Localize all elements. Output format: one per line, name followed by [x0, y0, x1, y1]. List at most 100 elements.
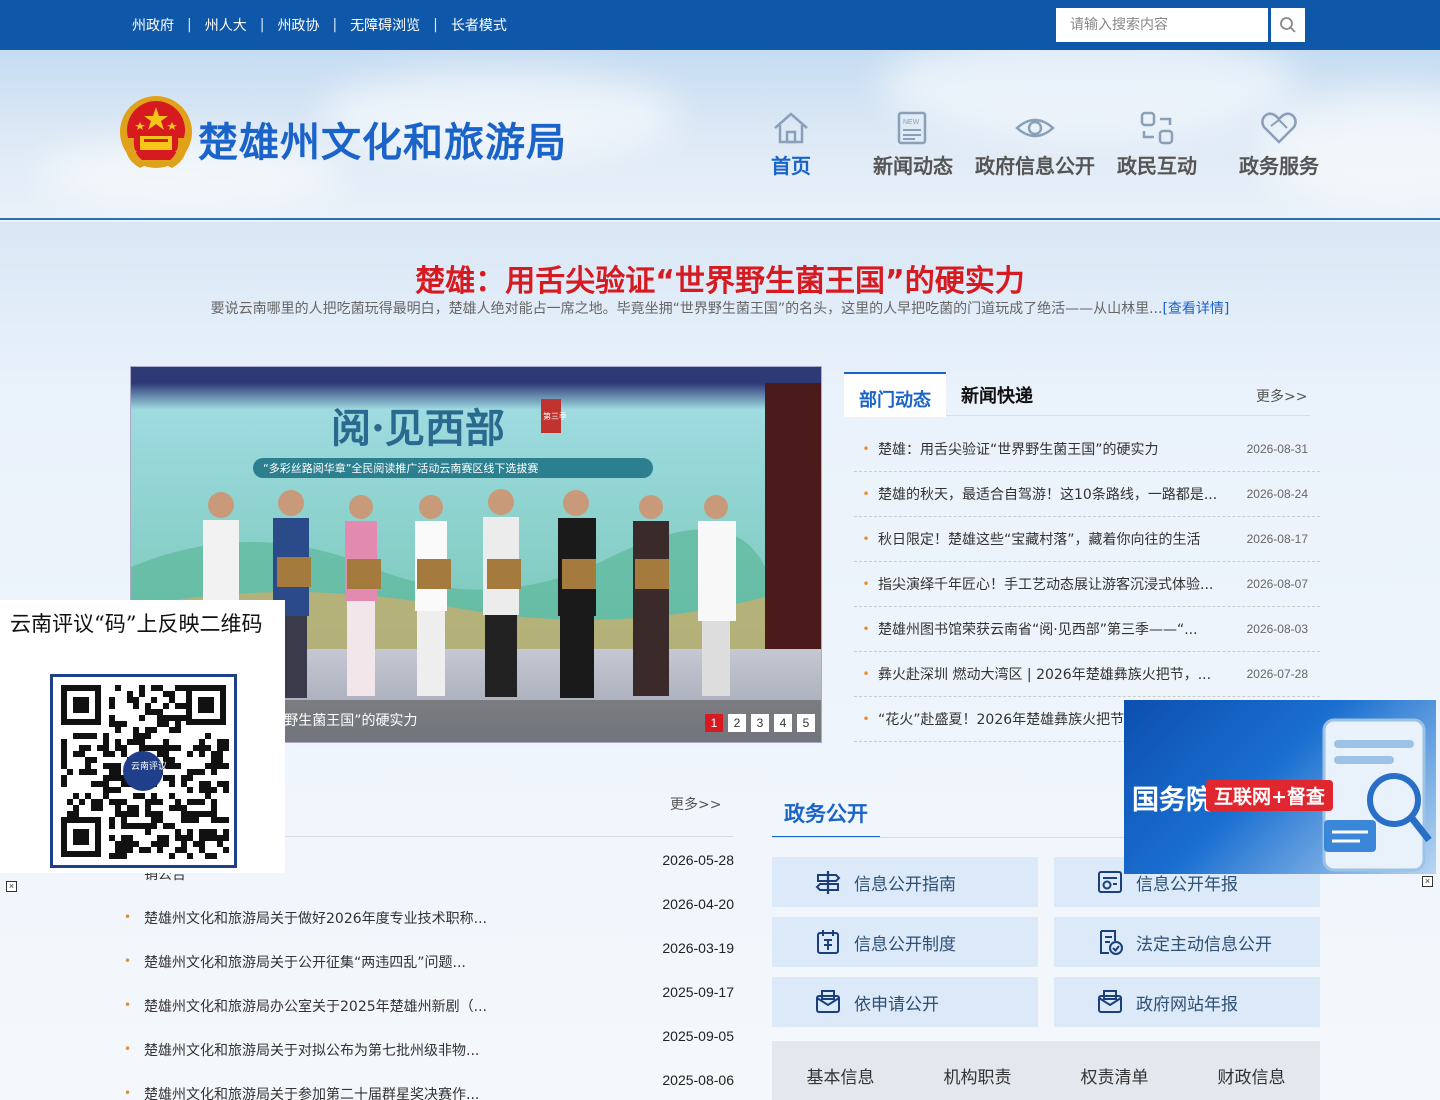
site-title: 楚雄州文化和旅游局 — [198, 119, 567, 166]
bullet-icon: • — [862, 667, 870, 681]
eye-icon — [1015, 118, 1055, 138]
bullet-icon: • — [124, 910, 132, 924]
list-item[interactable]: • 楚雄州图书馆荣获云南省“阅·见西部”第三季——“... 2026-08-03 — [854, 607, 1320, 652]
signpost-icon — [815, 871, 841, 894]
slide-dot[interactable]: 5 — [797, 714, 815, 732]
slide-dot[interactable]: 1 — [705, 714, 723, 732]
search-icon — [1280, 17, 1296, 33]
news-date: 2026-08-17 — [1246, 532, 1308, 546]
bullet-icon: • — [124, 954, 132, 968]
view-detail-link[interactable]: [查看详情] — [1162, 301, 1229, 317]
nav-item-interaction[interactable]: 政民互动 — [1096, 108, 1218, 179]
separator: | — [187, 17, 192, 33]
news-title: 指尖演绎千年匠心！手工艺动态展让游客沉浸式体验... — [878, 577, 1214, 593]
announcement-title: 楚雄州文化和旅游局关于参加第二十届群星奖决赛作... — [144, 1087, 480, 1100]
document-check-icon — [1100, 930, 1123, 955]
bullet-icon: • — [124, 1042, 132, 1056]
list-item[interactable]: • 楚雄州文化和旅游局关于公开征集“两违四乱”问题... 2026-03-19 — [124, 938, 734, 982]
tab-power-list[interactable]: 权责清单 — [1046, 1041, 1183, 1100]
list-item[interactable]: • 楚雄州文化和旅游局关于参加第二十届群星奖决赛作... 2025-08-06 — [124, 1070, 734, 1100]
separator: | — [259, 17, 265, 33]
link-accessibility[interactable]: 无障碍浏览 — [350, 15, 420, 35]
tab-org-duties[interactable]: 机构职责 — [909, 1041, 1046, 1100]
mail-icon — [816, 990, 840, 1013]
website-annual-report-button[interactable]: 政府网站年报 — [1054, 977, 1320, 1027]
announcement-date: 2026-03-19 — [662, 940, 734, 956]
news-date: 2026-08-03 — [1246, 622, 1308, 636]
report-icon — [1098, 871, 1122, 893]
info-guide-button[interactable]: 信息公开指南 — [772, 857, 1038, 907]
mail-icon — [1098, 990, 1122, 1013]
nav-item-service[interactable]: 政务服务 — [1218, 108, 1340, 179]
site-header: 楚雄州文化和旅游局 首页 NEW 新闻动态 政府信息公开 政民互动 政务服务 — [0, 50, 1440, 220]
bullet-icon: • — [862, 442, 870, 456]
news-title: 秋日限定！楚雄这些“宝藏村落”，藏着你向往的生活 — [878, 532, 1201, 548]
slide-dot[interactable]: 4 — [774, 714, 792, 732]
news-icon: NEW — [897, 111, 927, 145]
link-elderly-mode[interactable]: 长者模式 — [451, 15, 507, 35]
news-date: 2026-08-31 — [1246, 442, 1308, 456]
close-qr-button[interactable]: × — [6, 881, 17, 892]
announcement-title: 楚雄州文化和旅游局关于做好2026年度专业技术职称... — [144, 911, 487, 927]
nav-label: 首页 — [771, 154, 811, 178]
close-ad-button[interactable]: × — [1422, 876, 1433, 887]
search-button[interactable] — [1271, 8, 1305, 42]
news-date: 2026-08-07 — [1246, 577, 1308, 591]
news-date: 2026-07-28 — [1246, 667, 1308, 681]
nav-item-news[interactable]: NEW 新闻动态 — [852, 108, 974, 179]
info-system-button[interactable]: 信息公开制度 — [772, 917, 1038, 967]
slide-dot[interactable]: 2 — [728, 714, 746, 732]
nav-item-home[interactable]: 首页 — [730, 108, 852, 179]
separator: | — [433, 17, 438, 33]
list-item[interactable]: • 指尖演绎千年匠心！手工艺动态展让游客沉浸式体验... 2026-08-07 — [854, 562, 1320, 607]
list-item[interactable]: • 秋日限定！楚雄这些“宝藏村落”，藏着你向往的生活 2026-08-17 — [854, 517, 1320, 562]
news-title: 彝火赴深圳 燃动大湾区 | 2026年楚雄彝族火把节，... — [878, 667, 1212, 683]
news-date: 2026-08-24 — [1246, 487, 1308, 501]
news-more-link[interactable]: 更多>> — [1256, 386, 1307, 406]
handshake-icon — [1261, 112, 1297, 144]
tab-department-news[interactable]: 部门动态 — [844, 372, 946, 417]
bullet-icon: • — [124, 998, 132, 1012]
floating-qr-panel[interactable]: 云南评议“码”上反映二维码 云南评议 — [0, 600, 285, 873]
news-title: 楚雄的秋天，最适合自驾游！这10条路线，一路都是... — [878, 487, 1218, 503]
tab-basic-info[interactable]: 基本信息 — [772, 1041, 909, 1100]
announcement-date: 2025-09-05 — [662, 1028, 734, 1044]
link-zhou-renda[interactable]: 州人大 — [205, 15, 247, 35]
gov-button-label: 政府网站年报 — [1136, 994, 1238, 1015]
list-item[interactable]: • 楚雄的秋天，最适合自驾游！这10条路线，一路都是... 2026-08-24 — [854, 472, 1320, 517]
list-item[interactable]: • 彝火赴深圳 燃动大湾区 | 2026年楚雄彝族火把节，... 2026-07-2… — [854, 652, 1320, 697]
news-title: 楚雄：用舌尖验证“世界野生菌王国”的硬实力 — [878, 442, 1159, 458]
news-tabs: 部门动态 新闻快递 更多>> — [844, 372, 1310, 417]
search-input[interactable] — [1056, 8, 1268, 42]
nav-item-gov-info[interactable]: 政府信息公开 — [974, 108, 1096, 179]
bullet-icon: • — [862, 487, 870, 501]
gov-button-label: 法定主动信息公开 — [1136, 934, 1272, 955]
link-zhou-government[interactable]: 州政府 — [132, 15, 174, 35]
slide-banner-season: 第三季 — [543, 411, 567, 421]
link-zhou-zhengxie[interactable]: 州政协 — [277, 15, 319, 35]
tab-news-express[interactable]: 新闻快递 — [961, 372, 1033, 416]
top-links: 州政府 | 州人大 | 州政协 | 无障碍浏览 | 长者模式 — [132, 0, 507, 50]
list-item[interactable]: • 楚雄：用舌尖验证“世界野生菌王国”的硬实力 2026-08-31 — [854, 427, 1320, 472]
floating-ad-banner[interactable]: 国务院 互联网+督查 — [1124, 700, 1436, 874]
qr-code-pattern: 云南评议 — [53, 677, 234, 865]
nav-label: 政府信息公开 — [975, 154, 1095, 178]
announcement-more-link[interactable]: 更多>> — [670, 794, 721, 814]
announcement-list: 销公告 2026-05-28 • 楚雄州文化和旅游局关于做好2026年度专业技术职称… — [124, 850, 734, 1100]
separator: | — [332, 17, 338, 33]
slide-dot[interactable]: 3 — [751, 714, 769, 732]
news-list: • 楚雄：用舌尖验证“世界野生菌王国”的硬实力 2026-08-31 • 楚雄的秋天，… — [854, 427, 1320, 742]
list-item[interactable]: • 楚雄州文化和旅游局关于对拟公布为第七批州级非物... 2025-09-05 — [124, 1026, 734, 1070]
announcement-title: 楚雄州文化和旅游局关于对拟公布为第七批州级非物... — [144, 1043, 480, 1059]
gov-open-title[interactable]: 政务公开 — [772, 788, 880, 838]
list-item[interactable]: • 楚雄州文化和旅游局办公室关于2025年楚雄州新剧（... 2025-09-17 — [124, 982, 734, 1026]
headline-title[interactable]: 楚雄：用舌尖验证“世界野生菌王国”的硬实力 — [0, 256, 1440, 300]
request-disclosure-button[interactable]: 依申请公开 — [772, 977, 1038, 1027]
statutory-disclosure-button[interactable]: 法定主动信息公开 — [1054, 917, 1320, 967]
gov-button-label: 依申请公开 — [854, 994, 939, 1015]
tab-finance-info[interactable]: 财政信息 — [1183, 1041, 1320, 1100]
list-item[interactable]: • 楚雄州文化和旅游局关于做好2026年度专业技术职称... 2026-04-20 — [124, 894, 734, 938]
bullet-icon: • — [862, 712, 870, 726]
news-title: 楚雄州图书馆荣获云南省“阅·见西部”第三季——“... — [878, 622, 1198, 638]
gov-info-tabs: 基本信息 机构职责 权责清单 财政信息 — [772, 1041, 1320, 1100]
